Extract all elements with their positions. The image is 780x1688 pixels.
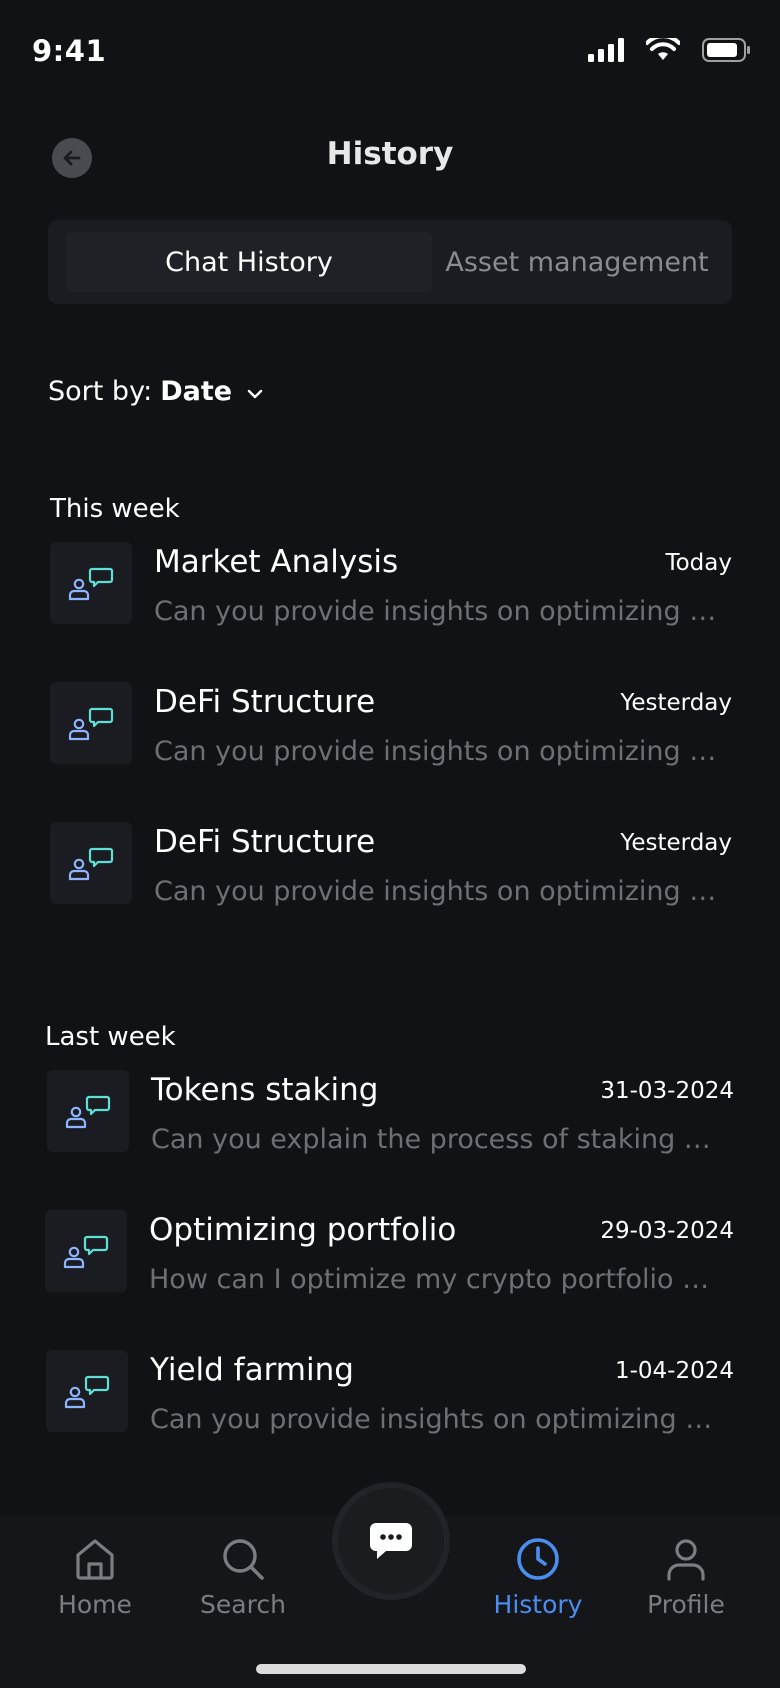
section-title-last-week: Last week <box>45 1022 176 1052</box>
page-title: History <box>326 136 454 172</box>
chat-item[interactable]: Optimizing portfolio 29-03-2024 How can … <box>45 1210 734 1295</box>
chat-avatar <box>46 1350 128 1432</box>
chat-avatar <box>45 1210 127 1292</box>
chat-title: DeFi Structure <box>154 684 376 720</box>
chat-date: Yesterday <box>620 830 732 856</box>
chat-preview: Can you provide insights on optimizing m… <box>154 876 732 907</box>
chat-item[interactable]: Tokens staking 31-03-2024 Can you explai… <box>47 1070 734 1155</box>
chat-preview: Can you provide insights on optimizing m… <box>150 1404 730 1435</box>
nav-home-label: Home <box>58 1590 132 1619</box>
chat-title: Optimizing portfolio <box>149 1212 457 1248</box>
home-indicator <box>256 1664 526 1674</box>
nav-history[interactable]: History <box>478 1536 598 1619</box>
status-icons <box>588 38 750 62</box>
user-chat-icon <box>68 847 114 881</box>
user-chat-icon <box>68 567 114 601</box>
chat-title: Tokens staking <box>151 1072 379 1108</box>
chat-item[interactable]: Yield farming 1-04-2024 Can you provide … <box>46 1350 734 1435</box>
chat-preview: Can you provide insights on optimizing m… <box>154 736 732 767</box>
chat-date: 1-04-2024 <box>614 1358 734 1384</box>
chat-title: DeFi Structure <box>154 824 376 860</box>
battery-icon <box>702 38 750 62</box>
chat-avatar <box>50 682 132 764</box>
cellular-signal-icon <box>588 38 624 62</box>
chat-avatar <box>47 1070 129 1152</box>
chat-item[interactable]: DeFi Structure Yesterday Can you provide… <box>50 822 732 907</box>
chat-bubble-icon <box>370 1523 412 1559</box>
user-chat-icon <box>68 707 114 741</box>
search-icon <box>223 1539 264 1580</box>
chat-item[interactable]: Market Analysis Today Can you provide in… <box>50 542 732 627</box>
chat-avatar <box>50 542 132 624</box>
user-chat-icon <box>64 1375 110 1409</box>
tab-asset-management[interactable]: Asset management <box>432 232 722 292</box>
header: History <box>0 120 780 192</box>
nav-profile[interactable]: Profile <box>626 1536 746 1619</box>
nav-home[interactable]: Home <box>35 1536 155 1619</box>
chat-item[interactable]: DeFi Structure Yesterday Can you provide… <box>50 682 732 767</box>
chat-title: Yield farming <box>150 1352 354 1388</box>
chat-date: 29-03-2024 <box>600 1218 734 1244</box>
section-title-this-week: This week <box>50 494 180 524</box>
user-icon <box>667 1539 705 1581</box>
chat-title: Market Analysis <box>154 544 399 580</box>
chat-date: 31-03-2024 <box>600 1078 734 1104</box>
tab-bar: Chat History Asset management <box>48 220 732 304</box>
new-chat-button[interactable] <box>332 1482 450 1600</box>
chat-date: Yesterday <box>620 690 732 716</box>
chevron-down-icon <box>247 389 263 398</box>
wifi-icon <box>646 38 680 60</box>
nav-search-label: Search <box>200 1590 286 1619</box>
home-icon <box>76 1539 114 1580</box>
clock-icon <box>517 1538 559 1580</box>
status-time: 9:41 <box>32 34 107 68</box>
chat-preview: Can you explain the process of staking m… <box>151 1124 717 1155</box>
chat-date: Today <box>665 550 732 576</box>
bottom-nav: Home Search History Profile <box>0 1482 780 1688</box>
chat-preview: How can I optimize my crypto portfolio b… <box>149 1264 715 1295</box>
sort-value: Date <box>160 376 233 407</box>
tab-chat-history[interactable]: Chat History <box>66 232 432 292</box>
nav-history-label: History <box>493 1590 583 1619</box>
sort-label: Sort by: <box>48 376 153 407</box>
user-chat-icon <box>63 1235 109 1269</box>
sort-dropdown[interactable]: Sort by: Date <box>48 376 264 407</box>
nav-search[interactable]: Search <box>183 1536 303 1619</box>
status-bar: 9:41 <box>0 0 780 100</box>
chat-preview: Can you provide insights on optimizing m… <box>154 596 732 627</box>
nav-profile-label: Profile <box>647 1590 725 1619</box>
chat-avatar <box>50 822 132 904</box>
user-chat-icon <box>65 1095 111 1129</box>
